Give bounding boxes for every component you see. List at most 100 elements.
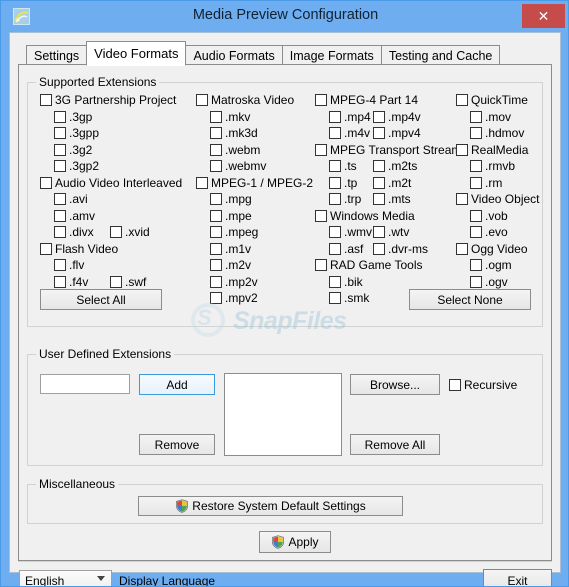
extension-checkbox[interactable]: .mpeg xyxy=(210,226,258,239)
extension-checkbox[interactable]: .rm xyxy=(470,176,502,190)
extension-checkbox[interactable]: .mpv4 xyxy=(373,127,421,140)
restore-system-defaults-button[interactable]: Restore System Default Settings xyxy=(138,496,403,516)
extension-checkbox[interactable]: .mts xyxy=(373,193,411,206)
checkbox-box[interactable] xyxy=(210,193,222,205)
tab-settings[interactable]: Settings xyxy=(26,45,88,66)
extension-checkbox[interactable]: .m2t xyxy=(373,176,411,190)
checkbox-box[interactable] xyxy=(329,275,341,288)
extension-checkbox[interactable]: .mpe xyxy=(210,209,252,223)
extension-checkbox[interactable]: .mpv2 xyxy=(210,292,258,305)
checkbox-box[interactable] xyxy=(54,193,66,205)
extension-checkbox[interactable]: .f4v xyxy=(54,275,88,289)
chevron-down-icon[interactable] xyxy=(97,576,105,581)
recursive-checkbox-box[interactable] xyxy=(449,379,461,391)
format-group-checkbox[interactable]: RAD Game Tools xyxy=(315,259,422,272)
extension-checkbox[interactable]: .mp2v xyxy=(210,275,258,289)
checkbox-box[interactable] xyxy=(456,242,468,255)
extension-checkbox[interactable]: .smk xyxy=(329,292,369,305)
format-group-checkbox[interactable]: RealMedia xyxy=(456,143,528,157)
extension-checkbox[interactable]: .ogv xyxy=(470,275,508,289)
apply-button[interactable]: Apply xyxy=(259,531,331,553)
checkbox-box[interactable] xyxy=(210,259,222,271)
extension-checkbox[interactable]: .mov xyxy=(470,110,511,124)
extension-checkbox[interactable]: .trp xyxy=(329,193,361,206)
checkbox-box[interactable] xyxy=(373,127,385,139)
extension-checkbox[interactable]: .avi xyxy=(54,193,88,206)
checkbox-box[interactable] xyxy=(329,242,341,255)
checkbox-box[interactable] xyxy=(470,127,482,139)
format-group-checkbox[interactable]: Matroska Video xyxy=(196,94,294,107)
checkbox-box[interactable] xyxy=(329,292,341,304)
tab-image-formats[interactable]: Image Formats xyxy=(281,45,382,66)
checkbox-box[interactable] xyxy=(54,127,66,139)
checkbox-box[interactable] xyxy=(54,226,66,238)
checkbox-box[interactable] xyxy=(373,160,385,172)
extension-checkbox[interactable]: .flv xyxy=(54,259,84,272)
tab-testing-and-cache[interactable]: Testing and Cache xyxy=(380,45,501,66)
checkbox-box[interactable] xyxy=(110,275,122,288)
select-none-button[interactable]: Select None xyxy=(409,289,531,310)
checkbox-box[interactable] xyxy=(373,176,385,189)
checkbox-box[interactable] xyxy=(210,143,222,156)
extension-checkbox[interactable]: .m2v xyxy=(210,259,251,272)
extension-checkbox[interactable]: .3gpp xyxy=(54,127,99,140)
checkbox-box[interactable] xyxy=(315,259,327,271)
checkbox-box[interactable] xyxy=(54,209,66,222)
format-group-checkbox[interactable]: Audio Video Interleaved xyxy=(40,176,182,190)
checkbox-box[interactable] xyxy=(470,275,482,288)
checkbox-box[interactable] xyxy=(40,94,52,106)
exit-button[interactable]: Exit xyxy=(483,569,552,586)
checkbox-box[interactable] xyxy=(210,226,222,238)
extension-checkbox[interactable]: .3gp2 xyxy=(54,160,99,173)
checkbox-box[interactable] xyxy=(329,160,341,172)
remove-all-button[interactable]: Remove All xyxy=(350,434,440,455)
user-extensions-listbox[interactable] xyxy=(224,373,342,456)
extension-checkbox[interactable]: .evo xyxy=(470,226,508,239)
format-group-checkbox[interactable]: 3G Partnership Project xyxy=(40,94,176,107)
display-language-select[interactable]: English xyxy=(19,570,112,586)
format-group-checkbox[interactable]: Windows Media xyxy=(315,209,415,223)
checkbox-box[interactable] xyxy=(456,193,468,205)
extension-checkbox[interactable]: .wmv xyxy=(329,226,372,239)
extension-checkbox[interactable]: .webm xyxy=(210,143,260,157)
checkbox-box[interactable] xyxy=(210,127,222,139)
extension-checkbox[interactable]: .mkv xyxy=(210,110,250,124)
extension-checkbox[interactable]: .dvr-ms xyxy=(373,242,428,256)
extension-checkbox[interactable]: .3g2 xyxy=(54,143,92,157)
extension-checkbox[interactable]: .mpg xyxy=(210,193,252,206)
recursive-checkbox[interactable]: Recursive xyxy=(449,379,517,392)
extension-checkbox[interactable]: .vob xyxy=(470,209,508,223)
checkbox-box[interactable] xyxy=(54,110,66,123)
checkbox-box[interactable] xyxy=(210,110,222,123)
checkbox-box[interactable] xyxy=(210,242,222,255)
checkbox-box[interactable] xyxy=(329,110,341,123)
format-group-checkbox[interactable]: MPEG-1 / MPEG-2 xyxy=(196,176,313,190)
extension-checkbox[interactable]: .mp4 xyxy=(329,110,371,124)
extension-checkbox[interactable]: .xvid xyxy=(110,226,150,239)
checkbox-box[interactable] xyxy=(54,143,66,156)
checkbox-box[interactable] xyxy=(329,193,341,205)
checkbox-box[interactable] xyxy=(470,226,482,238)
format-group-checkbox[interactable]: Ogg Video xyxy=(456,242,528,256)
tab-video-formats[interactable]: Video Formats xyxy=(86,41,187,66)
checkbox-box[interactable] xyxy=(54,259,66,271)
extension-checkbox[interactable]: .tp xyxy=(329,176,357,190)
extension-checkbox[interactable]: .mk3d xyxy=(210,127,258,140)
checkbox-box[interactable] xyxy=(470,110,482,123)
tab-audio-formats[interactable]: Audio Formats xyxy=(185,45,283,66)
checkbox-box[interactable] xyxy=(470,176,482,189)
checkbox-box[interactable] xyxy=(456,143,468,156)
extension-checkbox[interactable]: .ogm xyxy=(470,259,512,272)
format-group-checkbox[interactable]: MPEG-4 Part 14 xyxy=(315,94,418,107)
checkbox-box[interactable] xyxy=(329,226,341,238)
format-group-checkbox[interactable]: MPEG Transport Stream xyxy=(315,143,461,157)
checkbox-box[interactable] xyxy=(373,226,385,238)
checkbox-box[interactable] xyxy=(110,226,122,238)
close-icon[interactable]: ✕ xyxy=(522,4,565,28)
checkbox-box[interactable] xyxy=(196,176,208,189)
checkbox-box[interactable] xyxy=(470,259,482,271)
checkbox-box[interactable] xyxy=(329,127,341,139)
checkbox-box[interactable] xyxy=(40,176,52,189)
extension-checkbox[interactable]: .amv xyxy=(54,209,95,223)
checkbox-box[interactable] xyxy=(40,242,52,255)
